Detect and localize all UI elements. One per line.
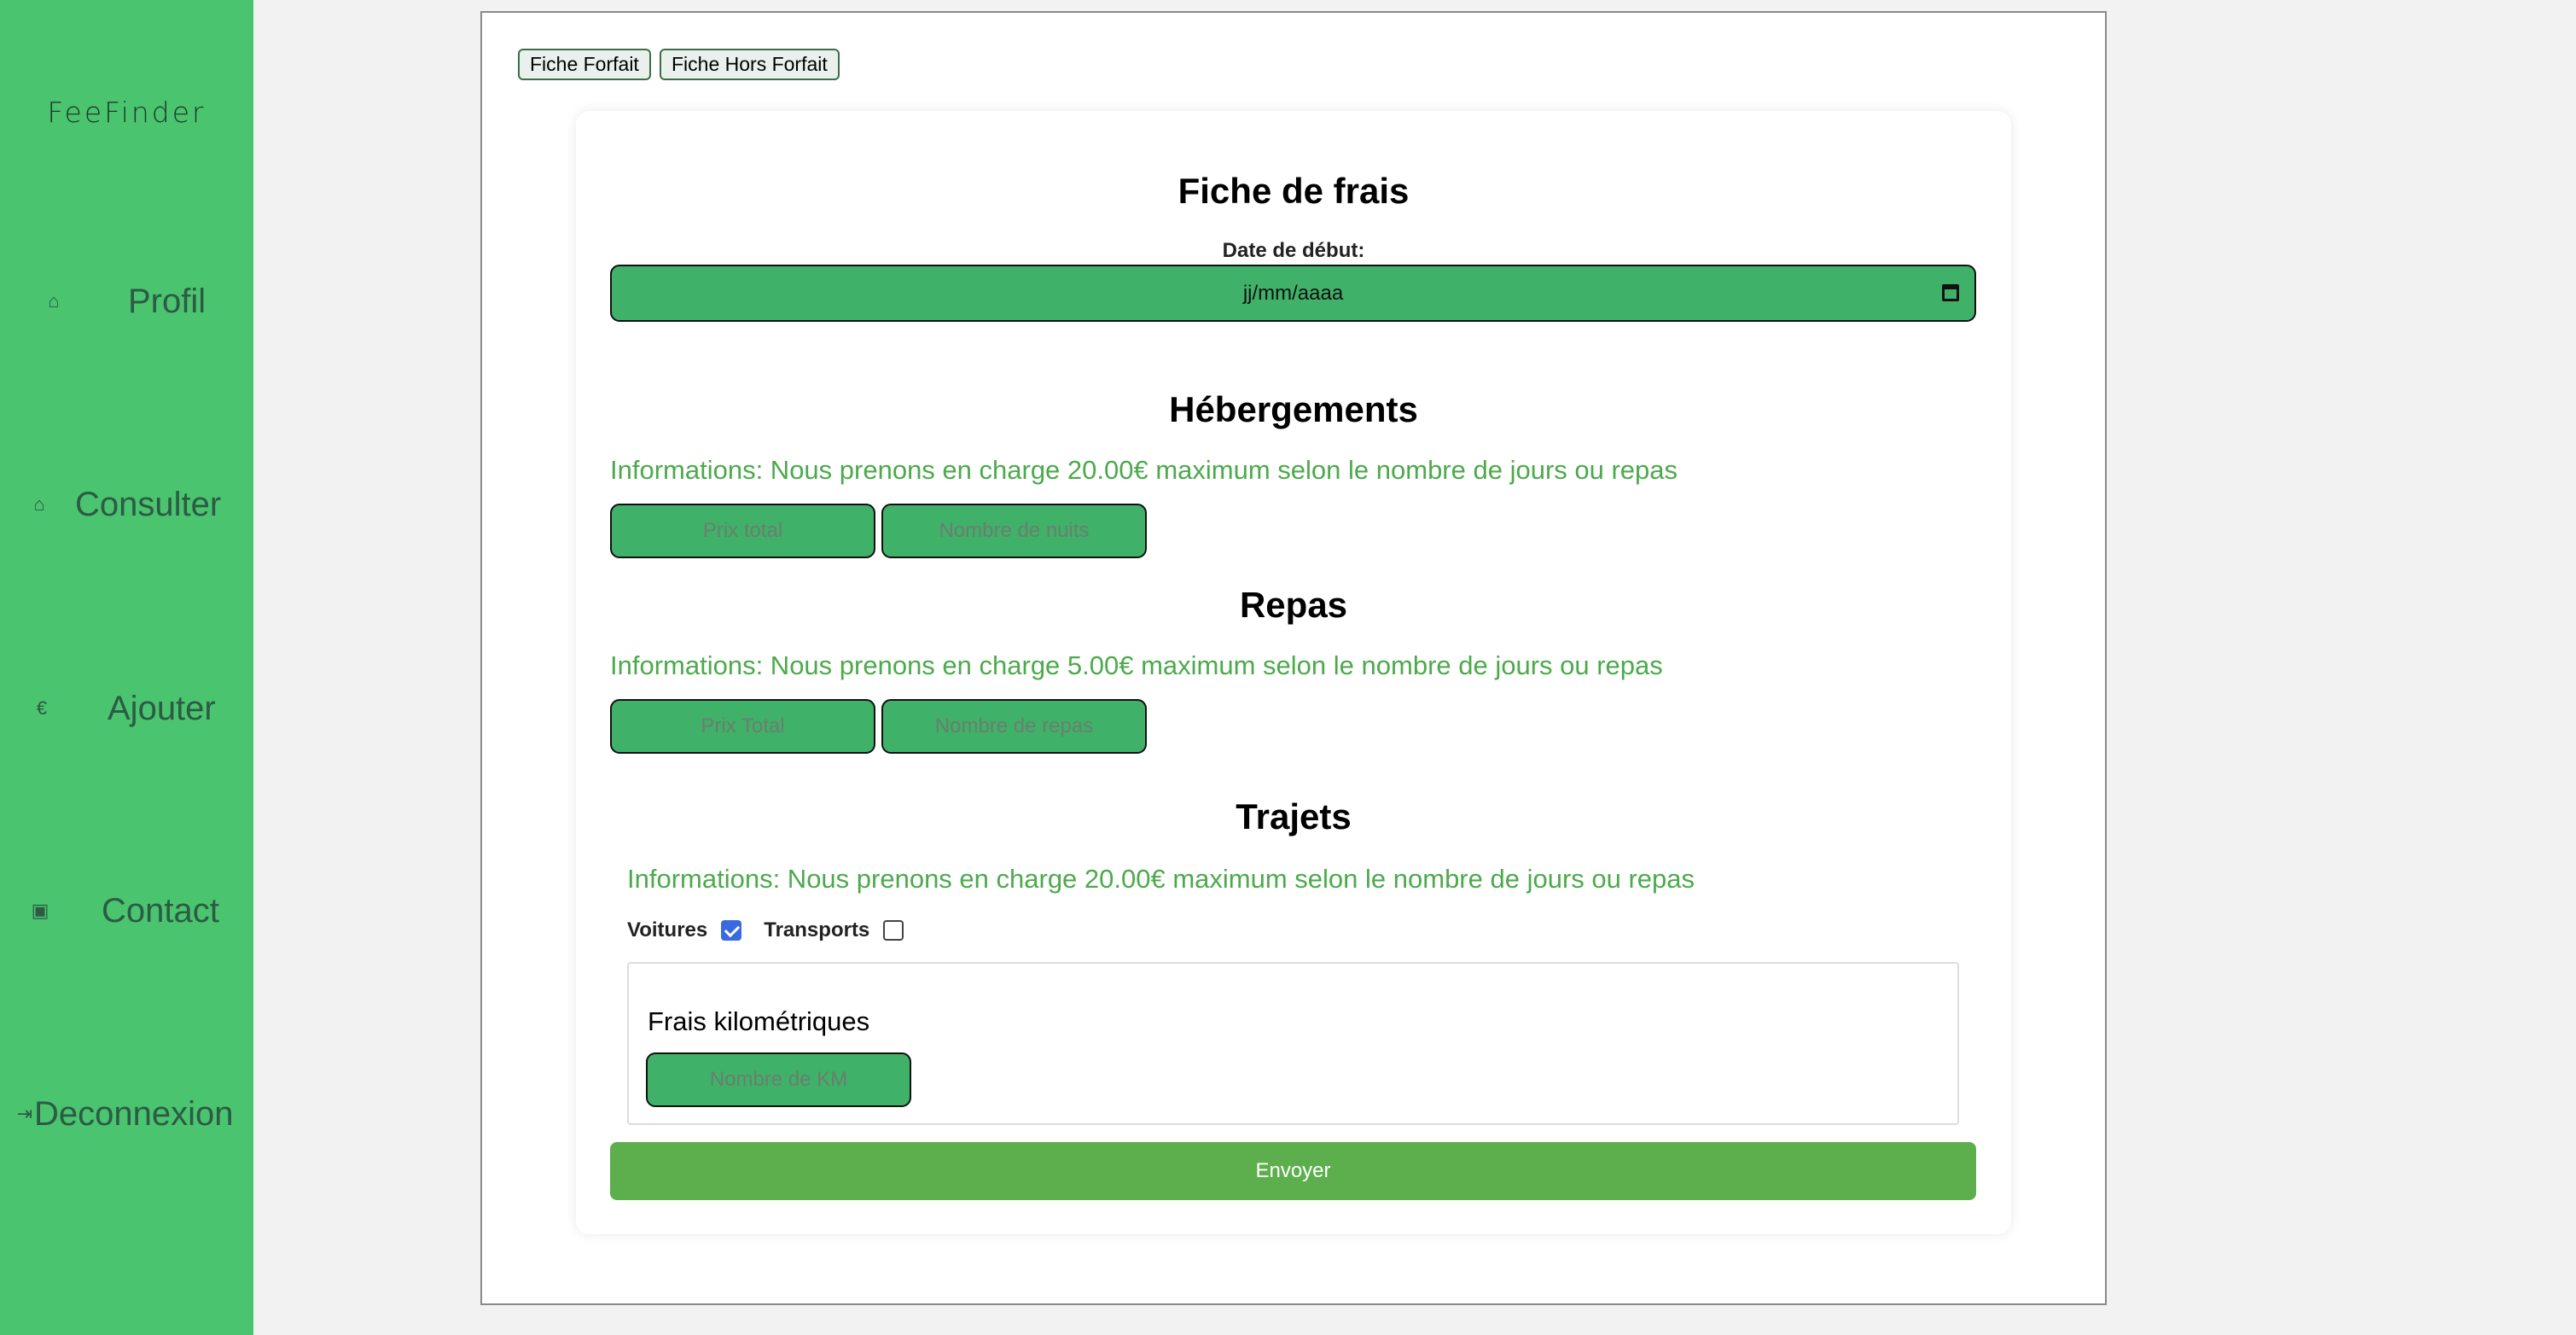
km-fees-box: Frais kilométriques Nombre de KM <box>627 962 1959 1125</box>
form-title: Fiche de frais <box>1178 171 1410 211</box>
trajets-title: Trajets <box>1236 796 1352 837</box>
contact-book-icon: ▣ <box>31 900 49 921</box>
sidebar-item-label: Profil <box>128 282 206 320</box>
sidebar-item-label: Deconnexion <box>34 1094 234 1133</box>
date-placeholder: jj/mm/aaaa <box>1242 281 1344 305</box>
transports-label: Transports <box>764 918 870 941</box>
sidebar-item-consulter[interactable]: ⌂ Consulter <box>0 475 253 534</box>
start-date-input[interactable]: jj/mm/aaaa <box>610 265 1976 322</box>
sidebar-item-label: Ajouter <box>108 689 216 727</box>
sidebar-item-contact[interactable]: ▣ Contact <box>0 881 253 941</box>
hebergements-title: Hébergements <box>1169 389 1418 429</box>
home-icon: ⌂ <box>48 290 60 312</box>
transports-checkbox[interactable] <box>883 920 904 941</box>
sidebar-item-label: Contact <box>102 891 219 930</box>
repas-price-input[interactable]: Prix Total <box>610 699 875 754</box>
voitures-label: Voitures <box>627 918 708 941</box>
submit-button[interactable]: Envoyer <box>610 1142 1976 1200</box>
repas-info: Informations: Nous prenons en charge 5.0… <box>610 650 1663 680</box>
app-logo: FeeFinder <box>47 96 206 129</box>
repas-title: Repas <box>1239 585 1348 625</box>
tab-fiche-forfait[interactable]: Fiche Forfait <box>518 49 651 80</box>
transport-type-row: Voitures Transports <box>627 918 904 942</box>
calendar-icon[interactable] <box>1942 284 1959 301</box>
km-fees-title: Frais kilométriques <box>648 1006 870 1036</box>
sidebar-item-label: Consulter <box>75 485 222 523</box>
expense-form-card: Fiche de frais Date de début: jj/mm/aaaa… <box>576 111 2011 1234</box>
tab-fiche-hors-forfait[interactable]: Fiche Hors Forfait <box>660 49 840 80</box>
sidebar: FeeFinder ⌂ Profil ⌂ Consulter € Ajouter… <box>0 0 253 1335</box>
home-icon: ⌂ <box>33 493 45 515</box>
sidebar-item-profil[interactable]: ⌂ Profil <box>0 271 253 331</box>
voitures-checkbox[interactable] <box>721 920 742 941</box>
repas-count-input[interactable]: Nombre de repas <box>881 699 1147 754</box>
euro-icon: € <box>36 697 48 719</box>
hebergements-nights-input[interactable]: Nombre de nuits <box>881 504 1147 558</box>
hebergements-price-input[interactable]: Prix total <box>610 504 875 558</box>
km-count-input[interactable]: Nombre de KM <box>646 1052 911 1107</box>
trajets-info: Informations: Nous prenons en charge 20.… <box>627 864 1695 894</box>
sidebar-item-ajouter[interactable]: € Ajouter <box>0 679 253 738</box>
sidebar-item-deconnexion[interactable]: ⇥ Deconnexion <box>0 1084 253 1144</box>
start-date-label: Date de début: <box>1222 239 1365 262</box>
hebergements-info: Informations: Nous prenons en charge 20.… <box>610 455 1678 485</box>
